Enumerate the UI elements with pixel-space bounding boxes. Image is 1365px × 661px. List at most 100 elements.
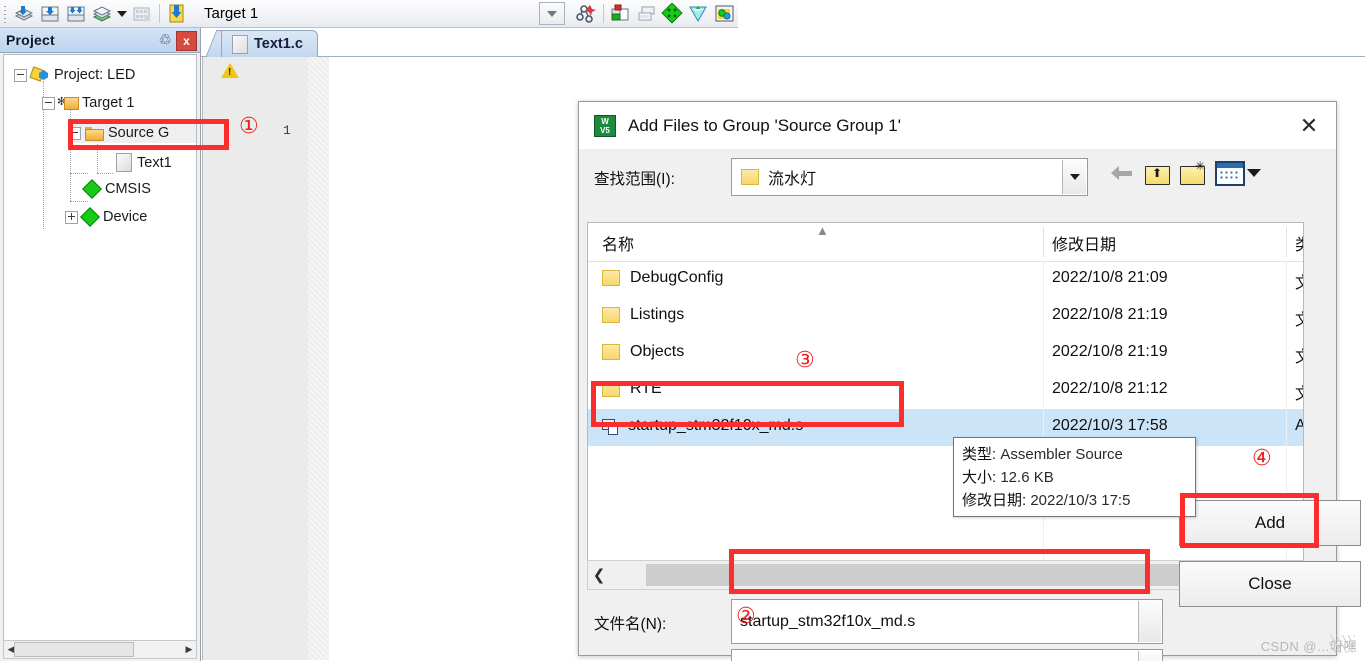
expander-minus-icon[interactable] xyxy=(68,126,81,140)
tree-item-device[interactable]: Device xyxy=(65,209,147,225)
tree-connector xyxy=(97,173,113,174)
manage-project-items-icon[interactable] xyxy=(608,2,634,26)
look-in-combobox[interactable]: 流水灯 xyxy=(731,158,1088,196)
download-all-icon[interactable] xyxy=(63,2,89,26)
screenshot-root: Target 1 Project ♲ x Project: LED ✻ Targ… xyxy=(0,0,1365,661)
pin-icon[interactable]: ♲ xyxy=(159,31,172,49)
editor-fold-margin xyxy=(307,57,329,660)
file-name-input[interactable]: startup_stm32f10x_md.s xyxy=(731,599,1163,644)
manage-multi-project-icon[interactable] xyxy=(634,2,660,26)
add-button[interactable]: Add xyxy=(1179,500,1361,546)
configuration-wizard-icon[interactable] xyxy=(660,2,686,26)
tooltip-size-label: 大小: xyxy=(962,469,997,486)
column-header-date[interactable]: 修改日期 xyxy=(1052,231,1116,255)
scrollbar-thumb[interactable] xyxy=(14,642,134,657)
file-date-cell: 2022/10/3 17:58 xyxy=(1052,417,1168,434)
file-list-row[interactable]: DebugConfig 2022/10/8 21:09 文 xyxy=(588,261,1303,298)
folder-icon xyxy=(602,344,620,360)
target-dropdown-button[interactable] xyxy=(539,2,565,25)
expander-plus-icon[interactable] xyxy=(65,210,78,224)
file-list-row[interactable]: RTE 2022/10/8 21:12 文 xyxy=(588,372,1303,409)
file-type-cell: 文 xyxy=(1295,343,1303,367)
download-to-flash-icon[interactable] xyxy=(37,2,63,26)
close-icon[interactable]: ✕ xyxy=(1296,113,1322,139)
tree-item-project[interactable]: Project: LED xyxy=(14,67,135,83)
source-file-icon xyxy=(116,153,132,172)
scroll-right-icon[interactable]: ▶ xyxy=(182,644,196,655)
chevron-down-icon[interactable] xyxy=(1247,169,1261,177)
project-tree[interactable]: Project: LED ✻ Target 1 Source G Text1 C… xyxy=(3,54,197,648)
manage-run-time-env-icon[interactable] xyxy=(712,2,738,26)
annotation-marker-1: ① xyxy=(239,114,259,139)
dialog-title: Add Files to Group 'Source Group 1' xyxy=(628,115,901,135)
file-date-cell: 2022/10/8 21:09 xyxy=(1052,269,1168,286)
line-number: 1 xyxy=(283,123,291,138)
tree-item-text1[interactable]: Text1 xyxy=(112,153,172,172)
file-type-cell: As xyxy=(1295,417,1303,435)
view-mode-icon[interactable] xyxy=(1215,160,1245,186)
tree-item-target[interactable]: ✻ Target 1 xyxy=(42,95,134,111)
tree-item-label: Text1 xyxy=(137,154,172,171)
watermark-decoration xyxy=(1329,635,1355,653)
annotation-marker-2: ② xyxy=(736,604,756,629)
tab-label: Text1.c xyxy=(254,36,303,52)
expander-minus-icon[interactable] xyxy=(14,68,27,82)
sort-ascending-icon: ▲ xyxy=(816,223,829,238)
look-in-row: 查找范围(I): 流水灯 xyxy=(579,157,1336,199)
tooltip-date-line: 修改日期: 2022/10/3 17:5 xyxy=(962,489,1187,512)
dialog-nav-toolbar xyxy=(1109,159,1261,186)
target-options-icon[interactable] xyxy=(573,2,599,26)
back-arrow-icon[interactable] xyxy=(1109,160,1135,186)
toolbar-grip[interactable] xyxy=(2,3,9,24)
main-toolbar: Target 1 xyxy=(0,0,738,28)
pack-installer-icon[interactable] xyxy=(686,2,712,26)
file-type-cell: 文 xyxy=(1295,380,1303,404)
stop-build-icon[interactable] xyxy=(129,2,155,26)
column-divider[interactable] xyxy=(1286,227,1287,257)
file-name-text: Listings xyxy=(630,306,685,323)
column-header-name[interactable]: 名称 xyxy=(602,231,634,255)
up-one-level-icon[interactable] xyxy=(1145,162,1170,185)
close-button[interactable]: Close xyxy=(1179,561,1361,607)
tooltip-size-line: 大小: 12.6 KB xyxy=(962,466,1187,489)
file-date-cell: 2022/10/8 21:12 xyxy=(1052,380,1168,397)
chevron-left-icon[interactable]: ❮ xyxy=(588,566,610,584)
file-list-row[interactable]: Objects 2022/10/8 21:19 文 xyxy=(588,335,1303,372)
column-divider[interactable] xyxy=(1043,227,1044,257)
batch-build-dropdown-icon[interactable] xyxy=(115,2,129,26)
look-in-value: 流水灯 xyxy=(768,171,817,188)
column-header-type[interactable]: 类 xyxy=(1295,231,1303,255)
tree-item-label: Target 1 xyxy=(82,95,135,111)
dialog-titlebar[interactable]: W V5 Add Files to Group 'Source Group 1' … xyxy=(579,102,1336,149)
chevron-down-icon[interactable] xyxy=(1138,601,1161,642)
editor-tabstrip: Text1.c xyxy=(201,28,1365,57)
file-type-combobox[interactable]: Asm Source file (*.s*; *.src; *.a*) xyxy=(731,649,1163,661)
project-tree-hscrollbar[interactable]: ◀ ▶ xyxy=(3,640,197,659)
build-target-icon[interactable] xyxy=(11,2,37,26)
file-type-cell: 文 xyxy=(1295,306,1303,330)
download-debug-icon[interactable] xyxy=(164,2,190,26)
annotation-marker-3: ③ xyxy=(795,348,815,373)
project-panel-titlebar: Project ♲ x xyxy=(0,28,200,53)
tooltip-date-label: 修改日期: xyxy=(962,492,1027,509)
file-list-row[interactable]: Listings 2022/10/8 21:19 文 xyxy=(588,298,1303,335)
project-panel: Project ♲ x Project: LED ✻ Target 1 Sour… xyxy=(0,28,201,661)
new-folder-icon[interactable] xyxy=(1180,159,1205,185)
keil-uvision-icon: W V5 xyxy=(594,114,616,137)
folder-icon xyxy=(741,169,759,185)
close-icon[interactable]: x xyxy=(176,31,197,51)
tree-connector xyxy=(70,173,88,174)
add-files-dialog: W V5 Add Files to Group 'Source Group 1' … xyxy=(578,101,1361,661)
chevron-down-icon[interactable] xyxy=(1138,651,1161,661)
tooltip-type-label: 类型: xyxy=(962,446,997,463)
tree-item-source-group[interactable]: Source G xyxy=(68,123,196,143)
target-icon: ✻ xyxy=(57,96,79,111)
chevron-down-icon[interactable] xyxy=(1062,160,1086,194)
tree-item-cmsis[interactable]: CMSIS xyxy=(80,181,151,197)
scrollbar-thumb[interactable] xyxy=(645,564,1246,586)
batch-build-icon[interactable] xyxy=(89,2,115,26)
expander-minus-icon[interactable] xyxy=(42,96,55,110)
project-root-icon xyxy=(31,67,49,83)
file-type-row: 文件类型(T): Asm Source file (*.s*; *.src; *… xyxy=(579,649,1336,661)
tab-text1-c[interactable]: Text1.c xyxy=(221,30,318,57)
